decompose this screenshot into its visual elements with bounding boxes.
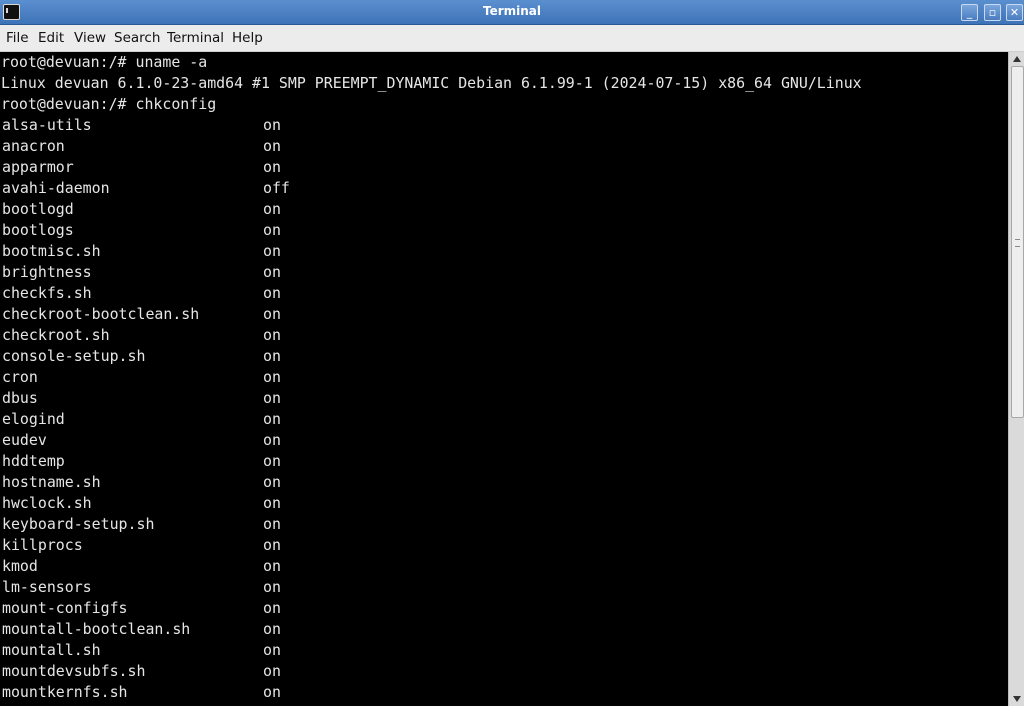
service-state: on — [263, 221, 281, 239]
service-state: on — [263, 641, 281, 659]
service-name: mountall.sh — [2, 641, 101, 659]
menu-bar: File Edit View Search Terminal Help — [0, 25, 1024, 52]
maximize-icon: ▫ — [988, 6, 997, 19]
service-name: apparmor — [2, 158, 74, 176]
service-name: checkfs.sh — [2, 284, 92, 302]
service-name: kmod — [2, 557, 38, 575]
window-title: Terminal — [482, 4, 542, 18]
close-button[interactable]: ✕ — [1006, 4, 1023, 21]
menu-search[interactable]: Search — [114, 30, 160, 46]
service-state: on — [263, 515, 281, 533]
close-icon: ✕ — [1009, 6, 1020, 19]
service-state: on — [263, 368, 281, 386]
minimize-icon: _ — [966, 6, 973, 19]
service-state: on — [263, 473, 281, 491]
service-name: mountall-bootclean.sh — [2, 620, 191, 638]
service-state: on — [263, 536, 281, 554]
service-name: keyboard-setup.sh — [2, 515, 155, 533]
service-name: avahi-daemon — [2, 179, 110, 197]
service-name: elogind — [2, 410, 65, 428]
service-state: on — [263, 158, 281, 176]
scroll-up-arrow-icon[interactable] — [1013, 56, 1021, 62]
service-name: brightness — [2, 263, 92, 281]
title-bar[interactable]: Terminal _ ▫ ✕ — [0, 0, 1024, 25]
service-state: on — [263, 284, 281, 302]
vertical-scrollbar[interactable] — [1008, 52, 1024, 706]
service-name: checkroot-bootclean.sh — [2, 305, 200, 323]
service-name: bootlogs — [2, 221, 74, 239]
service-state: on — [263, 116, 281, 134]
service-state: on — [263, 137, 281, 155]
service-name: hostname.sh — [2, 473, 101, 491]
service-state: on — [263, 620, 281, 638]
service-state: on — [263, 494, 281, 512]
service-state: on — [263, 578, 281, 596]
service-state: on — [263, 410, 281, 428]
service-state: on — [263, 200, 281, 218]
service-name: eudev — [2, 431, 47, 449]
menu-help[interactable]: Help — [232, 30, 263, 46]
menu-view[interactable]: View — [74, 30, 106, 46]
service-state: on — [263, 452, 281, 470]
service-state: on — [263, 347, 281, 365]
service-name: bootlogd — [2, 200, 74, 218]
service-state: on — [263, 431, 281, 449]
minimize-button[interactable]: _ — [961, 4, 978, 21]
service-name: bootmisc.sh — [2, 242, 101, 260]
maximize-button[interactable]: ▫ — [984, 4, 1001, 21]
service-state: on — [263, 557, 281, 575]
service-name: mountdevsubfs.sh — [2, 662, 146, 680]
service-name: killprocs — [2, 536, 83, 554]
service-state: on — [263, 263, 281, 281]
menu-terminal[interactable]: Terminal — [167, 30, 224, 46]
service-state: on — [263, 326, 281, 344]
service-state: on — [263, 599, 281, 617]
service-name: mount-configfs — [2, 599, 128, 617]
service-name: console-setup.sh — [2, 347, 146, 365]
scroll-down-arrow-icon[interactable] — [1013, 696, 1021, 702]
service-name: mountkernfs.sh — [2, 683, 128, 701]
service-name: alsa-utils — [2, 116, 92, 134]
service-name: lm-sensors — [2, 578, 92, 596]
terminal-output[interactable]: root@devuan:/# uname -a Linux devuan 6.1… — [0, 52, 1008, 706]
service-name: anacron — [2, 137, 65, 155]
grip-icon — [1015, 239, 1020, 247]
service-state: on — [263, 305, 281, 323]
uname-output: Linux devuan 6.1.0-23-amd64 #1 SMP PREEM… — [1, 74, 862, 92]
service-state: on — [263, 662, 281, 680]
service-name: checkroot.sh — [2, 326, 110, 344]
scroll-thumb[interactable] — [1011, 66, 1024, 418]
menu-file[interactable]: File — [6, 30, 29, 46]
service-name: hddtemp — [2, 452, 65, 470]
prompt-chkconfig: root@devuan:/# chkconfig — [1, 95, 217, 113]
service-name: cron — [2, 368, 38, 386]
service-state: on — [263, 389, 281, 407]
service-state: off — [263, 179, 290, 197]
menu-edit[interactable]: Edit — [38, 30, 64, 46]
service-state: on — [263, 683, 281, 701]
prompt-uname: root@devuan:/# uname -a — [1, 53, 208, 71]
service-name: hwclock.sh — [2, 494, 92, 512]
service-state: on — [263, 242, 281, 260]
service-name: dbus — [2, 389, 38, 407]
